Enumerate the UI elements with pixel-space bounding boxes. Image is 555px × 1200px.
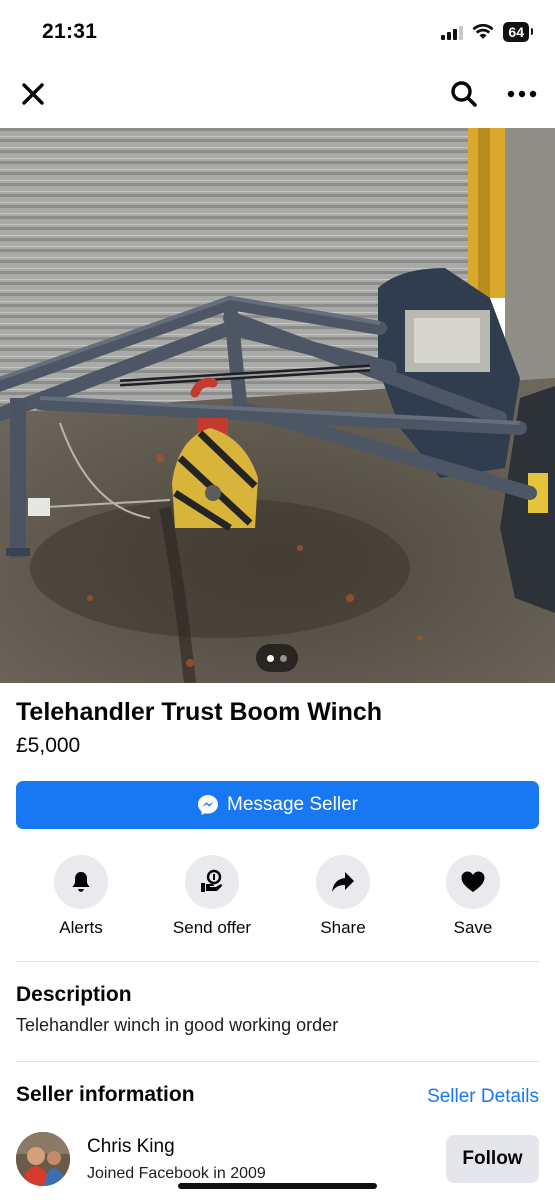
seller-name[interactable]: Chris King — [87, 1136, 175, 1158]
share-label: Share — [320, 918, 366, 937]
save-button[interactable]: Save — [418, 855, 528, 938]
status-icons: 64 — [441, 22, 533, 42]
offer-icon — [201, 869, 222, 892]
share-button[interactable]: Share — [288, 855, 398, 938]
divider — [16, 1061, 539, 1062]
photo-pager — [256, 644, 298, 672]
listing-title: Telehandler Trust Boom Winch — [16, 698, 383, 726]
more-options-button[interactable] — [504, 76, 540, 112]
pager-dot — [280, 654, 287, 662]
status-bar: 21:31 64 — [0, 0, 555, 66]
bell-icon — [72, 872, 90, 892]
wifi-icon — [472, 24, 494, 39]
nav-bar — [0, 70, 555, 118]
save-label: Save — [453, 918, 493, 937]
battery-indicator: 64 — [503, 22, 533, 42]
seller-joined-text: Joined Facebook in 2009 — [87, 1165, 266, 1182]
status-time: 21:31 — [42, 20, 98, 43]
pager-dot-active — [267, 654, 274, 662]
alerts-circle — [54, 855, 108, 909]
message-seller-button[interactable]: Message Seller — [16, 781, 539, 829]
listing-photo-graphic — [0, 128, 555, 683]
send-offer-label: Send offer — [172, 918, 252, 937]
more-dots-icon — [507, 90, 537, 98]
seller-info-heading: Seller information — [16, 1083, 195, 1106]
search-icon — [451, 81, 477, 107]
listing-photo[interactable] — [0, 128, 555, 683]
close-icon — [22, 83, 44, 105]
cellular-signal-icon — [441, 24, 464, 40]
home-indicator — [178, 1183, 377, 1189]
share-circle — [316, 855, 370, 909]
share-arrow-icon — [332, 872, 354, 892]
close-button[interactable] — [15, 76, 51, 112]
divider — [16, 961, 539, 962]
heart-icon — [461, 871, 485, 892]
description-text: Telehandler winch in good working order — [16, 1015, 339, 1035]
send-offer-circle — [185, 855, 239, 909]
follow-button[interactable]: Follow — [446, 1135, 539, 1183]
search-button[interactable] — [446, 76, 482, 112]
seller-details-link[interactable]: Seller Details — [427, 1086, 539, 1108]
avatar-photo — [16, 1132, 70, 1186]
description-heading: Description — [16, 983, 132, 1006]
alerts-label: Alerts — [59, 918, 103, 937]
messenger-icon — [198, 795, 219, 815]
save-circle — [446, 855, 500, 909]
listing-price: £5,000 — [16, 734, 81, 757]
avatar[interactable] — [16, 1132, 70, 1186]
action-row: Alerts Send offer Share Save — [0, 855, 555, 945]
alerts-button[interactable]: Alerts — [26, 855, 136, 938]
message-seller-label: Message Seller — [227, 794, 358, 815]
send-offer-button[interactable]: Send offer — [157, 855, 267, 938]
